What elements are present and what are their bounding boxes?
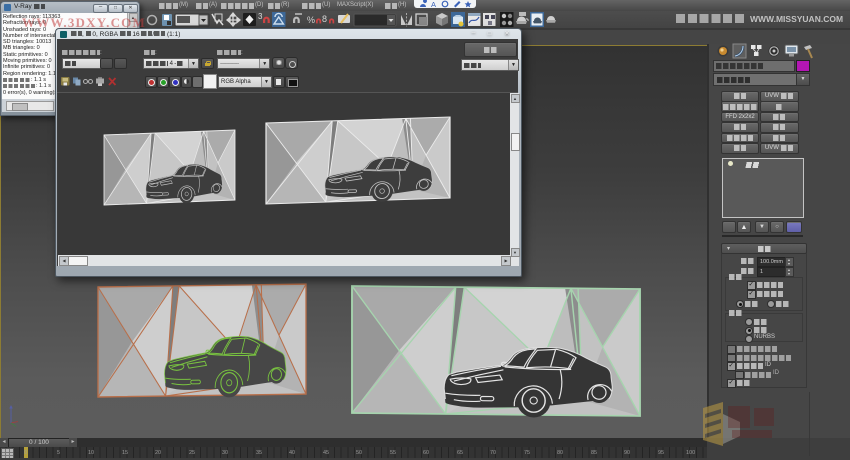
svg-text:%: % xyxy=(307,15,315,25)
svg-text:A: A xyxy=(431,0,436,8)
svg-text:8: 8 xyxy=(322,14,327,24)
